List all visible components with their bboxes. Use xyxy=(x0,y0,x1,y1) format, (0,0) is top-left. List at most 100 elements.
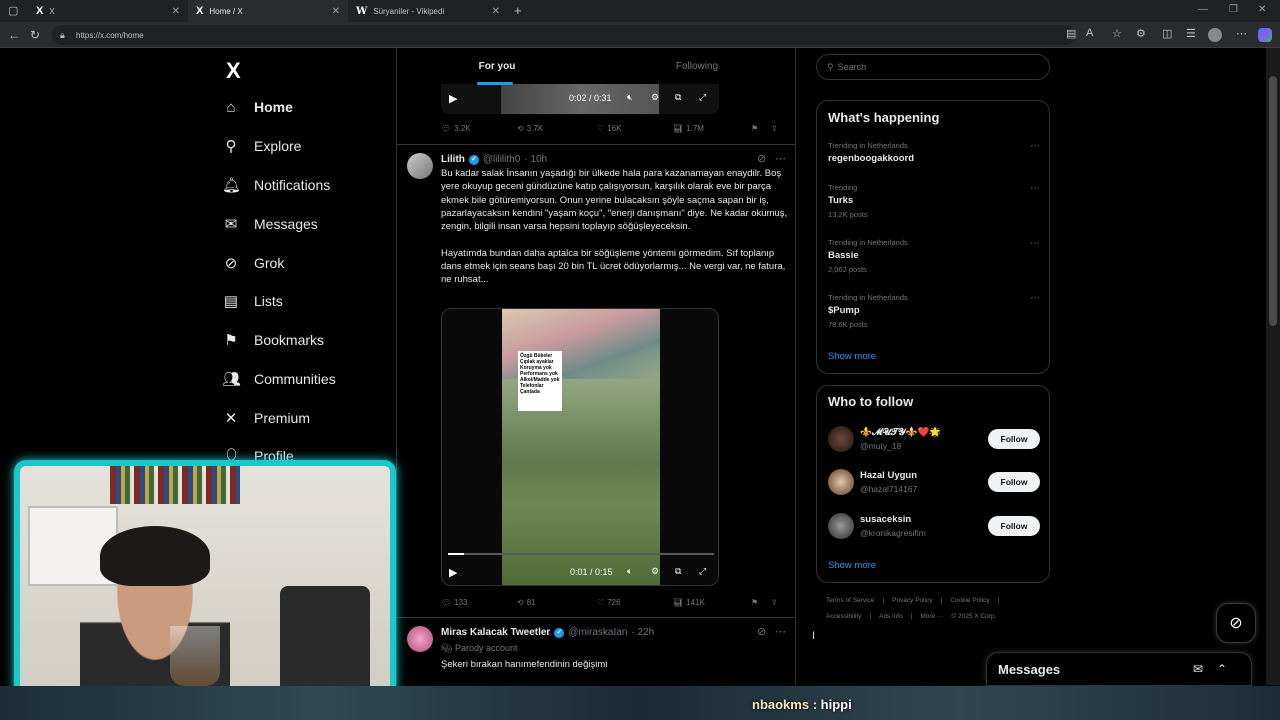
messages-drawer[interactable]: Messages ✉ ⌃ xyxy=(986,652,1252,686)
back-icon[interactable]: ← xyxy=(8,28,20,42)
minimize-icon[interactable]: — xyxy=(1198,4,1208,15)
like-button[interactable]: ♡ 16K xyxy=(597,124,673,133)
follow-suggestion[interactable]: susaceksin @kronikagresifim Follow xyxy=(828,513,1040,543)
more-options-icon[interactable]: ⋯ xyxy=(1030,293,1040,304)
pip-icon[interactable]: ⧉ xyxy=(675,566,681,577)
avatar[interactable] xyxy=(407,626,433,652)
grok-fab-icon[interactable]: ⊘ xyxy=(1216,603,1256,643)
footer-link[interactable]: Privacy Policy xyxy=(892,597,932,604)
post-author[interactable]: Lilith ✓ @lililith0 · 10h xyxy=(441,154,547,165)
refresh-icon[interactable]: ↻ xyxy=(30,28,40,42)
new-message-icon[interactable]: ✉ xyxy=(1193,662,1203,676)
share-icon[interactable]: ⇪ xyxy=(771,124,778,133)
trend-item[interactable]: Trending in Netherlands $Pump 78.6K post… xyxy=(828,293,1040,329)
more-options-icon[interactable]: ⋯ xyxy=(1030,141,1040,152)
fullscreen-icon[interactable]: ⤢ xyxy=(699,566,706,577)
play-button[interactable]: ▶ xyxy=(449,92,457,105)
fullscreen-icon[interactable]: ⤢ xyxy=(699,92,706,103)
copilot-icon[interactable] xyxy=(1258,28,1272,42)
menu-icon[interactable]: ⋯ xyxy=(1236,27,1247,40)
nav-item-home[interactable]: ⌂ Home xyxy=(222,92,292,122)
like-button[interactable]: ♡ 726 xyxy=(597,598,673,607)
avatar[interactable] xyxy=(828,426,854,452)
repost-button[interactable]: ⟲ 3.7K xyxy=(517,124,597,133)
views-button[interactable]: 📊︎ 141K xyxy=(673,598,751,607)
verified-icon: ✓ xyxy=(554,627,565,638)
tab-actions-icon[interactable]: ▢ xyxy=(8,4,18,17)
nav-item-communities[interactable]: 👥︎ Communities xyxy=(222,364,336,394)
follow-button[interactable]: Follow xyxy=(988,472,1040,492)
tab-for-you[interactable]: For you xyxy=(397,48,597,86)
views-button[interactable]: 📊︎ 1.7M xyxy=(673,124,751,133)
scrollbar-thumb[interactable] xyxy=(1269,76,1277,326)
repost-button[interactable]: ⟲ 81 xyxy=(517,598,597,607)
avatar[interactable] xyxy=(828,469,854,495)
read-aloud-icon[interactable]: A xyxy=(1086,27,1093,39)
browser-tab-1[interactable]: X X ✕ xyxy=(28,0,188,22)
profile-avatar[interactable] xyxy=(1208,28,1222,42)
browser-tab-2[interactable]: X Home / X ✕ xyxy=(188,0,348,22)
mute-icon[interactable]: 🔇︎ xyxy=(627,92,633,103)
nav-item-notifications[interactable]: 🔔︎ Notifications xyxy=(222,170,330,200)
search-input[interactable]: ⚲ Search xyxy=(816,54,1050,80)
follow-button[interactable]: Follow xyxy=(988,516,1040,536)
more-options-icon[interactable]: ⋯ xyxy=(1030,183,1040,194)
expand-icon[interactable]: ⌃ xyxy=(1217,662,1227,676)
volume-icon[interactable]: 🔈︎ xyxy=(627,566,632,577)
close-window-icon[interactable]: ✕ xyxy=(1258,4,1266,15)
reply-button[interactable]: 💬︎ 133 xyxy=(441,598,517,607)
extensions-icon[interactable]: ⚙ xyxy=(1136,27,1146,40)
grok-post-icon[interactable]: ⊘ xyxy=(757,625,766,638)
maximize-icon[interactable]: ❐ xyxy=(1229,4,1238,15)
bookmark-icon[interactable]: ⚑ xyxy=(751,124,771,133)
url-field[interactable]: 🔒︎ https://x.com/home xyxy=(52,25,1076,45)
grok-post-icon[interactable]: ⊘ xyxy=(757,152,766,165)
follow-suggestion[interactable]: ⚜️𝓜𝓤𝓣𝓨⚜️❤️🌟 @muty_18 Follow xyxy=(828,426,1040,456)
trend-item[interactable]: Trending in Netherlands regenboogakkoord… xyxy=(828,141,1040,164)
nav-item-grok[interactable]: ⊘ Grok xyxy=(222,248,285,278)
close-tab-icon[interactable]: ✕ xyxy=(332,6,340,17)
split-screen-icon[interactable]: ◫ xyxy=(1162,27,1172,40)
video-player-2[interactable]: Özgü Bükeler Çıplak ayaklar Koruyma yok … xyxy=(441,308,719,586)
new-tab-icon[interactable]: + xyxy=(514,3,522,18)
settings-icon[interactable]: ⚙ xyxy=(651,92,659,103)
avatar[interactable] xyxy=(407,153,433,179)
more-options-icon[interactable]: ⋯ xyxy=(1030,238,1040,249)
trend-item[interactable]: Trending Turks 13.2K posts ⋯ xyxy=(828,183,1040,219)
avatar[interactable] xyxy=(828,513,854,539)
nav-item-bookmarks[interactable]: ⚑ Bookmarks xyxy=(222,325,324,355)
footer-link[interactable]: Ads info xyxy=(879,613,903,620)
footer-link[interactable]: Accessibility xyxy=(826,613,861,620)
pip-icon[interactable]: ⧉ xyxy=(675,92,681,103)
nav-item-lists[interactable]: ▤ Lists xyxy=(222,286,283,316)
footer-link[interactable]: Terms of Service xyxy=(826,597,874,604)
nav-item-explore[interactable]: ⚲ Explore xyxy=(222,131,302,161)
close-tab-icon[interactable]: ✕ xyxy=(172,6,180,17)
follow-button[interactable]: Follow xyxy=(988,429,1040,449)
reply-button[interactable]: 💬︎ 3.2K xyxy=(441,124,517,133)
reader-icon[interactable]: ▤ xyxy=(1066,27,1076,40)
share-icon[interactable]: ⇪ xyxy=(771,598,778,607)
tab-following[interactable]: Following xyxy=(597,48,795,86)
page-scrollbar[interactable] xyxy=(1266,48,1280,685)
close-tab-icon[interactable]: ✕ xyxy=(492,6,500,17)
show-more-link[interactable]: Show more xyxy=(828,351,876,362)
video-progress-bar[interactable] xyxy=(448,553,714,555)
more-options-icon[interactable]: ⋯ xyxy=(775,625,786,638)
browser-tab-3[interactable]: W Süryaniler - Vikipedi ✕ xyxy=(348,0,508,22)
settings-icon[interactable]: ⚙ xyxy=(651,566,659,577)
play-button[interactable]: ▶ xyxy=(449,566,457,579)
nav-item-premium[interactable]: ✕ Premium xyxy=(222,403,310,433)
follow-suggestion[interactable]: Hazal Uygun @hazal714167 Follow xyxy=(828,469,1040,499)
bookmark-icon[interactable]: ⚑ xyxy=(751,598,771,607)
footer-link[interactable]: More ··· xyxy=(920,613,943,620)
show-more-link[interactable]: Show more xyxy=(828,560,876,571)
trend-item[interactable]: Trending in Netherlands Bassie 2,062 pos… xyxy=(828,238,1040,274)
post-author[interactable]: Miras Kalacak Tweetler ✓ @miraskaIan · 2… xyxy=(441,627,654,638)
more-options-icon[interactable]: ⋯ xyxy=(775,152,786,165)
favorite-icon[interactable]: ☆ xyxy=(1112,27,1122,40)
collections-icon[interactable]: ☰ xyxy=(1186,27,1196,40)
footer-link[interactable]: Cookie Policy xyxy=(950,597,989,604)
nav-item-messages[interactable]: ✉ Messages xyxy=(222,209,318,239)
x-logo-icon[interactable]: X xyxy=(226,58,241,84)
